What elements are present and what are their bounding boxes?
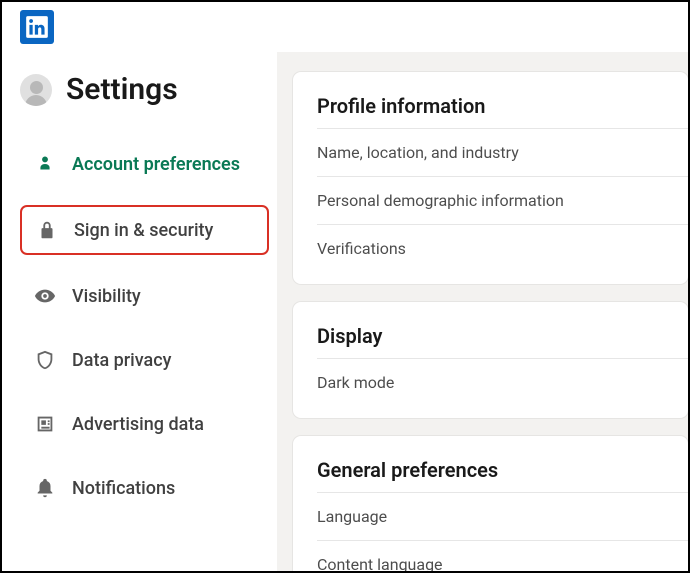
sidebar: Settings Account preferences Sign in & s… xyxy=(2,52,277,571)
sidebar-item-sign-in-security[interactable]: Sign in & security xyxy=(20,205,269,255)
row-dark-mode[interactable]: Dark mode xyxy=(317,358,688,406)
sidebar-item-visibility[interactable]: Visibility xyxy=(20,273,269,319)
section-general-preferences: General preferences Language Content lan… xyxy=(293,436,688,571)
row-content-language[interactable]: Content language xyxy=(317,540,688,571)
sidebar-item-notifications[interactable]: Notifications xyxy=(20,465,269,511)
sidebar-item-label: Advertising data xyxy=(72,414,204,435)
section-display: Display Dark mode xyxy=(293,302,688,418)
container: Settings Account preferences Sign in & s… xyxy=(2,52,688,571)
sidebar-item-label: Notifications xyxy=(72,478,175,499)
lock-icon xyxy=(36,219,58,241)
section-title: Profile information xyxy=(317,94,688,118)
row-personal-demographic-info[interactable]: Personal demographic information xyxy=(317,176,688,224)
sidebar-item-label: Account preferences xyxy=(72,154,240,175)
eye-icon xyxy=(34,285,56,307)
sidebar-item-advertising-data[interactable]: Advertising data xyxy=(20,401,269,447)
shield-icon xyxy=(34,349,56,371)
section-title: Display xyxy=(317,324,688,348)
sidebar-item-label: Visibility xyxy=(72,286,141,307)
section-profile-information: Profile information Name, location, and … xyxy=(293,72,688,284)
row-language[interactable]: Language xyxy=(317,492,688,540)
topbar xyxy=(2,2,688,52)
row-name-location-industry[interactable]: Name, location, and industry xyxy=(317,128,688,176)
page-title: Settings xyxy=(66,72,178,107)
avatar[interactable] xyxy=(20,74,52,106)
sidebar-item-data-privacy[interactable]: Data privacy xyxy=(20,337,269,383)
sidebar-item-account-preferences[interactable]: Account preferences xyxy=(20,141,269,187)
row-verifications[interactable]: Verifications xyxy=(317,224,688,272)
newspaper-icon xyxy=(34,413,56,435)
settings-header: Settings xyxy=(20,72,269,107)
sidebar-item-label: Sign in & security xyxy=(74,220,213,241)
main-panel: Profile information Name, location, and … xyxy=(277,52,688,571)
linkedin-logo-icon[interactable] xyxy=(20,10,54,44)
sidebar-item-label: Data privacy xyxy=(72,350,171,371)
person-icon xyxy=(34,153,56,175)
section-title: General preferences xyxy=(317,458,688,482)
bell-icon xyxy=(34,477,56,499)
